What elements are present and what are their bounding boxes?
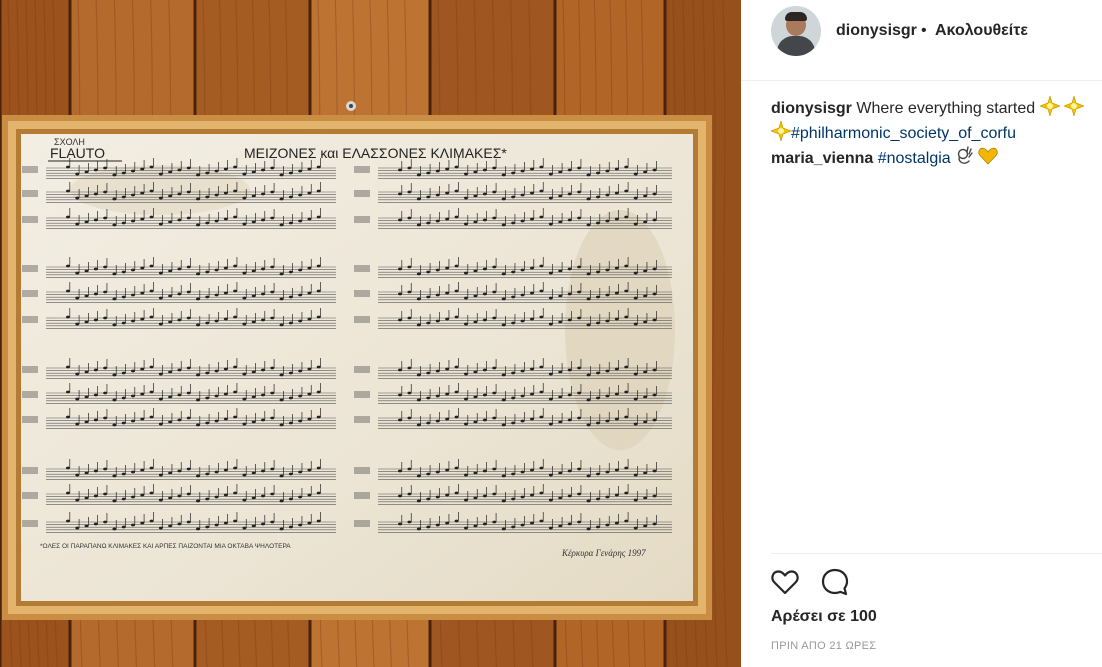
caption-comment: dionysisgr Where everything started <box>771 96 1102 121</box>
post-timestamp[interactable]: ΠΡΙΝ ΑΠΟ 21 ΩΡΕΣ <box>771 640 876 652</box>
comment: maria_vienna #nostalgia <box>771 146 1102 171</box>
comment-text: Where everything started <box>856 100 1036 117</box>
sparkle-emoji-icon <box>1039 96 1060 116</box>
header-username[interactable]: dionysisgr <box>836 22 917 40</box>
comments-list: dionysisgr Where everything started #phi… <box>771 96 1102 171</box>
header-separator: • <box>921 22 927 39</box>
sheet-instrument: FLAUTO <box>50 145 105 161</box>
follow-status-button[interactable]: Ακολουθείτε <box>935 22 1028 40</box>
ok-hand-emoji-icon <box>957 146 973 164</box>
caption-hashtag-line: #philharmonic_society_of_corfu <box>771 121 1102 146</box>
speech-bubble-icon <box>821 568 849 596</box>
post-side-panel: dionysisgr • Ακολουθείτε dionysisgr Wher… <box>741 0 1102 667</box>
post-header: dionysisgr • Ακολουθείτε <box>741 0 1102 81</box>
comment-username[interactable]: maria_vienna <box>771 150 873 167</box>
comment-button[interactable] <box>819 566 851 598</box>
photo-canvas: ΣΧΟΛΗ FLAUTO ΜΕΙΖΟΝΕΣ και ΕΛΑΣΣΟΝΕΣ ΚΛΙΜ… <box>0 0 741 667</box>
sparkle-emoji-icon <box>1064 96 1085 116</box>
post-photo[interactable]: ΣΧΟΛΗ FLAUTO ΜΕΙΖΟΝΕΣ και ΕΛΑΣΣΟΝΕΣ ΚΛΙΜ… <box>0 0 741 667</box>
like-button[interactable] <box>769 566 801 598</box>
sheet-signature: Κέρκυρα Γενάρης 1997 <box>561 548 646 558</box>
hashtag-link[interactable]: #philharmonic_society_of_corfu <box>791 125 1016 142</box>
heart-outline-icon <box>771 570 799 595</box>
sheet-footnote: *ΟΛΕΣ ΟΙ ΠΑΡΑΠΑΝΩ ΚΛΙΜΑΚΕΣ ΚΑΙ ΑΡΠΕΣ ΠΑΙ… <box>40 543 291 550</box>
avatar[interactable] <box>771 6 821 56</box>
sheet-title: ΜΕΙΖΟΝΕΣ και ΕΛΑΣΣΟΝΕΣ ΚΛΙΜΑΚΕΣ* <box>244 145 507 161</box>
divider <box>771 553 1102 554</box>
hashtag-link[interactable]: #nostalgia <box>878 150 951 167</box>
likes-count[interactable]: Αρέσει σε 100 <box>771 608 877 626</box>
comment-username[interactable]: dionysisgr <box>771 100 852 117</box>
yellow-heart-emoji-icon <box>977 147 998 165</box>
sparkle-emoji-icon <box>771 121 791 141</box>
